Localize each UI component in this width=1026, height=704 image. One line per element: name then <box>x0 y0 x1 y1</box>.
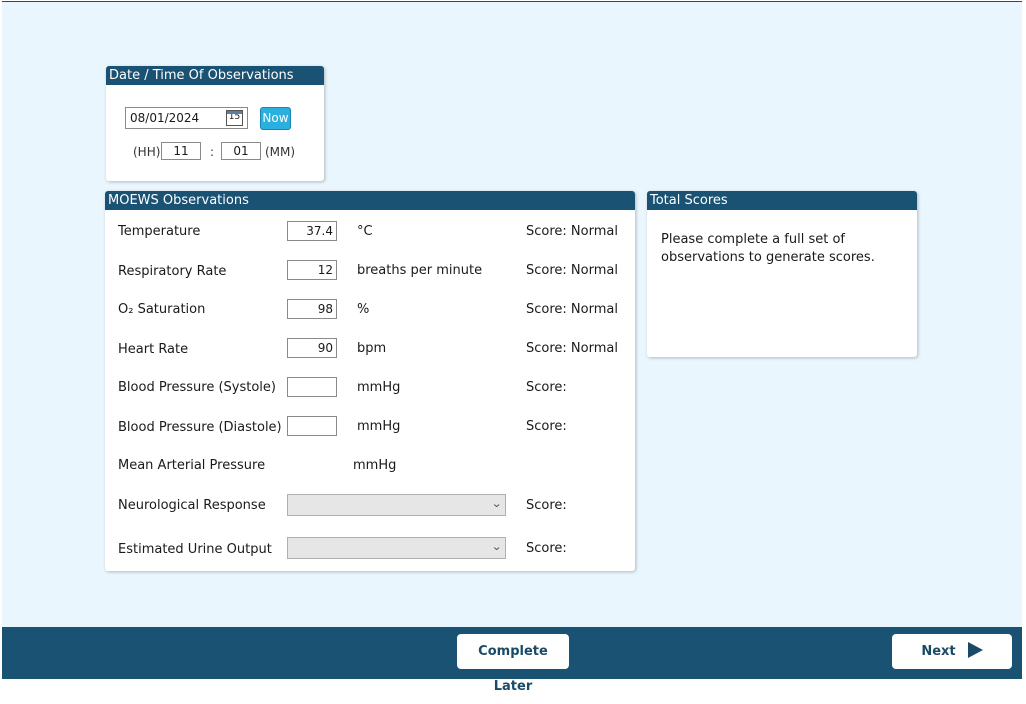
now-button[interactable]: Now <box>260 107 291 130</box>
bp-diastole-score: Score: <box>526 419 567 434</box>
complete-later-button[interactable]: Complete Later <box>457 634 569 694</box>
complete-later-label: Complete Later <box>478 644 548 694</box>
bp-diastole-input[interactable] <box>287 416 337 436</box>
next-button[interactable]: Next <box>892 634 1012 669</box>
heart-rate-score: Score: Normal <box>526 341 618 356</box>
chevron-down-icon: ⌄ <box>490 540 502 553</box>
bp-systole-input[interactable] <box>287 377 337 397</box>
date-value: 08/01/2024 <box>130 111 200 125</box>
heart-rate-unit: bpm <box>357 341 387 356</box>
mm-label: (MM) <box>265 145 296 159</box>
total-scores-title: Total Scores <box>647 191 917 210</box>
o2-saturation-score: Score: Normal <box>526 302 618 317</box>
observations-panel: MOEWS Observations Temperature 37.4 °C S… <box>105 191 635 571</box>
app-window: Date / Time Of Observations 08/01/2024 1… <box>2 1 1022 694</box>
total-scores-panel: Total Scores Please complete a full set … <box>647 191 917 357</box>
date-input[interactable]: 08/01/2024 15 <box>125 107 248 129</box>
temperature-label: Temperature <box>118 224 201 239</box>
neuro-response-score: Score: <box>526 498 567 513</box>
heart-rate-row: Heart Rate 90 bpm Score: Normal <box>105 338 635 360</box>
bp-diastole-label: Blood Pressure (Diastole) <box>118 420 282 435</box>
bp-diastole-row: Blood Pressure (Diastole) mmHg Score: <box>105 416 635 438</box>
chevron-down-icon: ⌄ <box>490 497 502 510</box>
neuro-response-row: Neurological Response ⌄ Score: <box>105 494 635 516</box>
bp-systole-unit: mmHg <box>357 380 401 395</box>
neuro-response-label: Neurological Response <box>118 498 266 513</box>
calendar-icon[interactable]: 15 <box>226 110 243 126</box>
respiratory-rate-label: Respiratory Rate <box>118 264 227 279</box>
temperature-unit: °C <box>357 224 373 239</box>
o2-saturation-input[interactable]: 98 <box>287 299 337 319</box>
temperature-score: Score: Normal <box>526 224 618 239</box>
observations-panel-title: MOEWS Observations <box>105 191 635 210</box>
urine-output-score: Score: <box>526 541 567 556</box>
o2-saturation-row: O₂ Saturation 98 % Score: Normal <box>105 299 635 321</box>
calendar-day: 15 <box>228 112 241 122</box>
urine-output-row: Estimated Urine Output ⌄ Score: <box>105 537 635 559</box>
bp-diastole-unit: mmHg <box>357 419 401 434</box>
o2-saturation-label: O₂ Saturation <box>118 302 206 317</box>
hh-label: (HH) <box>133 145 161 159</box>
neuro-response-select[interactable]: ⌄ <box>287 494 506 516</box>
respiratory-rate-unit: breaths per minute <box>357 263 483 278</box>
o2-saturation-unit: % <box>357 302 370 317</box>
map-row: Mean Arterial Pressure mmHg <box>105 455 635 477</box>
temperature-input[interactable]: 37.4 <box>287 221 337 241</box>
play-icon <box>967 642 983 658</box>
respiratory-rate-input[interactable]: 12 <box>287 260 337 280</box>
respiratory-rate-score: Score: Normal <box>526 263 618 278</box>
heart-rate-label: Heart Rate <box>118 342 189 357</box>
map-label: Mean Arterial Pressure <box>118 458 266 473</box>
minute-input[interactable]: 01 <box>221 142 261 160</box>
time-separator: : <box>210 145 215 159</box>
respiratory-rate-row: Respiratory Rate 12 breaths per minute S… <box>105 260 635 282</box>
urine-output-select[interactable]: ⌄ <box>287 537 506 559</box>
temperature-row: Temperature 37.4 °C Score: Normal <box>105 221 635 243</box>
footer-bar: Complete Later Next <box>2 627 1022 694</box>
datetime-panel-title: Date / Time Of Observations <box>106 66 324 85</box>
heart-rate-input[interactable]: 90 <box>287 338 337 358</box>
bp-systole-score: Score: <box>526 380 567 395</box>
bp-systole-row: Blood Pressure (Systole) mmHg Score: <box>105 377 635 399</box>
map-unit: mmHg <box>353 458 397 473</box>
datetime-panel: Date / Time Of Observations 08/01/2024 1… <box>106 66 324 181</box>
next-label: Next <box>921 644 956 659</box>
total-scores-message: Please complete a full set of observatio… <box>661 232 875 265</box>
urine-output-label: Estimated Urine Output <box>118 542 272 557</box>
hour-input[interactable]: 11 <box>161 142 201 160</box>
bp-systole-label: Blood Pressure (Systole) <box>118 380 276 395</box>
